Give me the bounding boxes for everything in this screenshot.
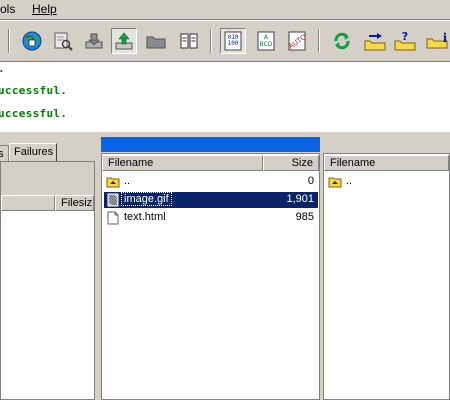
toolbar-separator [318,29,320,53]
file-size: 0 [307,175,314,187]
menu-help[interactable]: Help [32,2,57,16]
html-file-icon [107,211,119,225]
new-folder-button[interactable] [143,28,169,54]
panel-title-bar [101,137,320,152]
auto-mode-button[interactable]: AUTO [284,28,310,54]
toolbar-separator [8,29,10,53]
file-panel-right: Filename .. [323,137,450,400]
log-line: . [0,62,5,75]
help-folder-button[interactable]: ? [392,28,418,54]
ascii-mode-icon: A BCD [257,31,275,51]
column-header-filesize[interactable]: Filesiz [55,195,94,211]
file-name: .. [124,175,131,187]
file-size: 1,901 [286,193,314,205]
folder-icon [146,36,166,49]
toolbar-separator [210,29,212,53]
svg-text:?: ? [402,30,408,43]
book-icon [180,33,198,49]
folder-help-icon: ? [394,30,416,51]
log-line: uccessful. [0,107,68,120]
binary-mode-icon: 010 100 [224,31,242,51]
upload-button[interactable] [111,28,137,54]
document-search-icon [54,32,73,51]
svg-text:BCD: BCD [260,41,273,48]
column-header-size[interactable]: Size [263,155,319,171]
file-row-image-gif[interactable]: image.gif 1,901 [104,192,318,208]
connect-button[interactable] [19,28,45,54]
refresh-button[interactable] [329,28,355,54]
log-line: uccessful. [0,84,68,97]
file-name: image.gif [121,192,172,206]
ascii-mode-button[interactable]: A BCD [253,28,279,54]
menu-help-label: Help [32,2,57,16]
file-row-text-html[interactable]: text.html 985 [104,210,318,226]
upload-icon [115,32,133,50]
column-header-blank[interactable] [1,195,55,211]
file-panel-left: Filename Size .. 0 image.gif 1,901 text.… [101,137,321,400]
auto-mode-icon: AUTO [287,31,308,51]
toolbar: 010 100 A BCD AUTO ? i [0,21,450,61]
file-row-parent[interactable]: .. 0 [104,174,318,190]
file-name: text.html [124,211,166,223]
download-button[interactable] [81,28,107,54]
queue-panel: s Failures Filesiz [0,137,97,400]
column-header-filename[interactable]: Filename [102,155,263,171]
image-file-icon [107,193,119,207]
folder-info-icon: i [426,31,448,49]
file-name: .. [346,175,353,187]
file-list[interactable]: Filename Size .. 0 image.gif 1,901 text.… [101,153,320,400]
transfer-folder-button[interactable] [362,28,388,54]
info-folder-button[interactable]: i [424,28,450,54]
column-header-filename[interactable]: Filename [324,155,449,171]
queue-list-body[interactable] [1,211,94,399]
parent-folder-icon [328,177,342,188]
file-row-parent[interactable]: .. [326,174,446,190]
log-panel: . uccessful. uccessful. [0,61,450,132]
menu-tools[interactable]: ols [0,2,15,16]
tab-failures[interactable]: Failures [9,143,57,163]
queue-list: Filesiz [0,161,95,400]
file-list[interactable]: Filename .. [323,153,450,400]
refresh-icon [334,32,350,50]
svg-text:100: 100 [228,40,239,47]
globe-connect-icon [22,31,42,51]
parent-folder-icon [106,177,120,188]
find-button[interactable] [50,28,76,54]
menu-bar: ols Help [0,0,450,19]
binary-mode-button[interactable]: 010 100 [220,28,246,54]
file-size: 985 [295,211,314,223]
bookmark-button[interactable] [176,28,202,54]
download-icon [85,33,103,49]
folder-transfer-icon [364,33,386,51]
svg-text:i: i [443,31,448,45]
